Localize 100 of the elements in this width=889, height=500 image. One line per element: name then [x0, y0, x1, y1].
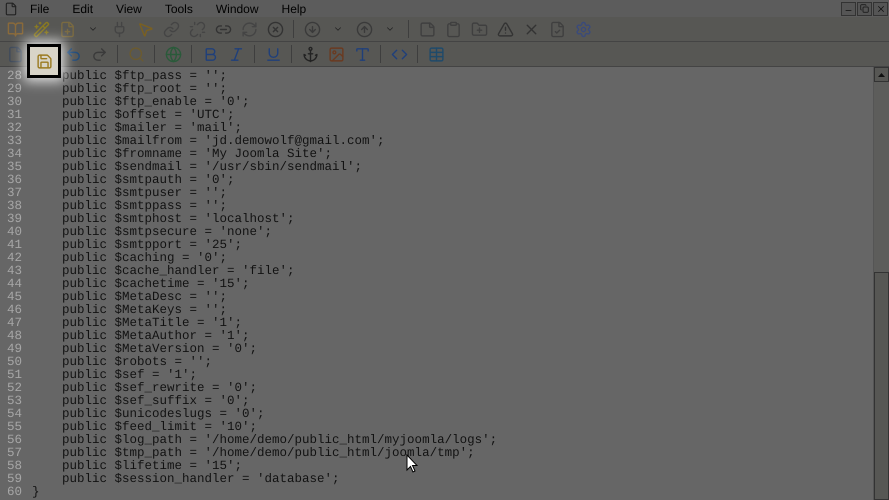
line-number: 45 [6, 291, 24, 304]
image-icon [328, 46, 344, 62]
code-line: public $caching = '0'; [61, 252, 228, 265]
line-number: 54 [6, 408, 24, 421]
line-number: 33 [6, 135, 24, 148]
line-number: 50 [6, 356, 24, 369]
menu-item[interactable]: Help [274, 0, 314, 18]
code-line: public $ftp_enable = '0'; [61, 96, 250, 109]
code-line: public $mailfrom = 'jd.demowolf@gmail.com'; [61, 135, 385, 148]
line-number: 32 [6, 122, 24, 135]
document-icon [4, 2, 18, 16]
pointer-icon [136, 20, 154, 38]
code-line: public $cache_handler = 'file'; [61, 265, 295, 278]
scroll-up-icon[interactable] [878, 72, 885, 76]
code-line: public $sef = '1'; [61, 369, 198, 382]
code-line: public $lifetime = '15'; [61, 460, 242, 473]
folder-icon [470, 20, 488, 38]
minimize-button[interactable] [841, 2, 856, 16]
code-line: public $fromname = 'My Joomla Site'; [61, 148, 332, 161]
menu-item[interactable]: File [22, 0, 58, 18]
line-number: 51 [6, 369, 24, 382]
line-number: 57 [6, 447, 24, 460]
table-icon [428, 46, 444, 62]
notes-icon [418, 20, 436, 38]
line-number: 31 [6, 109, 24, 122]
line-number: 52 [6, 382, 24, 395]
line-number: 38 [6, 200, 24, 213]
code-line: public $sef_rewrite = '0'; [61, 382, 258, 395]
line-number: 40 [6, 226, 24, 239]
save-button[interactable] [30, 47, 58, 75]
code-line: public $unicodeslugs = '0'; [61, 408, 265, 421]
menu-item[interactable]: View [108, 0, 150, 18]
underline-icon [264, 46, 282, 62]
code-line: } [32, 486, 40, 499]
code-line: public $sef_suffix = '0'; [61, 395, 250, 408]
code-line: public $smtpuser = ''; [61, 187, 228, 200]
line-number: 36 [6, 174, 24, 187]
page-icon [6, 46, 24, 62]
menu-item[interactable]: Window [208, 0, 267, 18]
line-number: 49 [6, 343, 24, 356]
code-line: public $MetaDesc = ''; [61, 291, 228, 304]
redo-icon [90, 46, 108, 62]
line-number: 46 [6, 304, 24, 317]
code-line: public $smtppass = ''; [61, 200, 228, 213]
clipboard-icon [444, 20, 462, 38]
line-number: 44 [6, 278, 24, 291]
find-icon [128, 46, 144, 62]
code-line: public $smtpport = '25'; [61, 239, 242, 252]
globe-icon [164, 46, 182, 62]
code-line: public $smtpauth = '0'; [61, 174, 235, 187]
code-line: public $cachetime = '15'; [61, 278, 250, 291]
code-line: public $smtpsecure = 'none'; [61, 226, 272, 239]
menu-item[interactable]: Edit [64, 0, 102, 18]
line-number: 39 [6, 213, 24, 226]
code-line: public $MetaAuthor = '1'; [61, 330, 250, 343]
line-number: 42 [6, 252, 24, 265]
menu-item[interactable]: Tools [156, 0, 201, 18]
code-line: public $mailer = 'mail'; [61, 122, 242, 135]
code-line: public $MetaVersion = '0'; [61, 343, 258, 356]
code-line: public $sendmail = '/usr/sbin/sendmail'; [61, 161, 362, 174]
font-icon [354, 46, 370, 62]
line-number: 41 [6, 239, 24, 252]
anchor-icon [302, 46, 318, 62]
check-icon [548, 20, 566, 38]
line-number: 37 [6, 187, 24, 200]
code-line: public $MetaKeys = ''; [61, 304, 228, 317]
code-line: public $MetaTitle = '1'; [61, 317, 242, 330]
code-line: public $smtphost = 'localhost'; [61, 213, 295, 226]
line-number: 56 [6, 434, 24, 447]
line-number: 55 [6, 421, 24, 434]
line-number: 58 [6, 460, 24, 473]
line-number: 29 [6, 83, 24, 96]
code-line: public $tmp_path = '/home/demo/public_html/joomla/tmp'; [61, 447, 475, 460]
wand-icon [32, 20, 50, 38]
close-button[interactable] [873, 2, 888, 16]
code-line: public $ftp_root = ''; [61, 83, 228, 96]
code-line: public $session_handler = 'database'; [61, 473, 340, 486]
stop-icon [266, 20, 284, 38]
scrollbar[interactable] [873, 67, 889, 500]
restore-button[interactable] [857, 2, 872, 16]
line-number: 30 [6, 96, 24, 109]
code-line: public $ftp_pass = ''; [61, 70, 228, 83]
gear-icon [574, 20, 592, 38]
new-file-icon [58, 20, 76, 38]
alert-icon [496, 20, 514, 38]
line-number: 59 [6, 473, 24, 486]
close-icon [876, 4, 886, 14]
line-number: 53 [6, 395, 24, 408]
save-icon [36, 52, 52, 70]
code-line: public $log_path = '/home/demo/public_html/myjoomla/logs'; [61, 434, 498, 447]
line-number: 28 [6, 70, 24, 83]
line-number: 48 [6, 330, 24, 343]
undo-icon [64, 46, 82, 62]
line-number: 43 [6, 265, 24, 278]
code-line: public $robots = ''; [61, 356, 212, 369]
line-number: 47 [6, 317, 24, 330]
book-icon [6, 20, 24, 38]
line-number: 35 [6, 161, 24, 174]
code-line: public $offset = 'UTC'; [61, 109, 235, 122]
code-line: public $feed_limit = '10'; [61, 421, 258, 434]
